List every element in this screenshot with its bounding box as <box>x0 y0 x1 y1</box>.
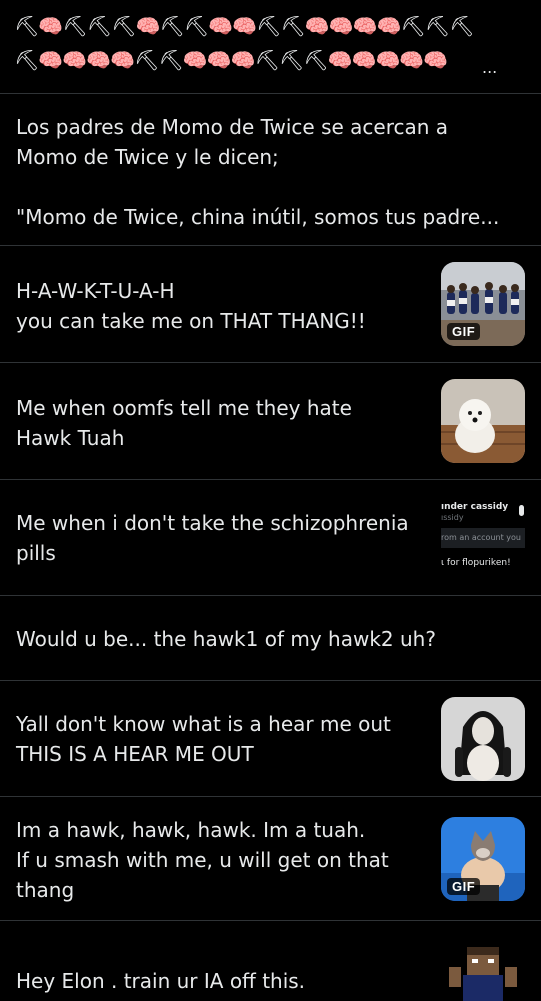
gif-badge: GIF <box>447 323 481 340</box>
thumbnail-handle: ıssidy <box>441 513 464 522</box>
truncation-ellipsis: ... <box>482 58 498 77</box>
furry-gif-thumbnail[interactable]: GIF <box>441 817 525 901</box>
post-text: Me when oomfs tell me they hate Hawk Tua… <box>16 396 352 450</box>
post-text: Would u be... the hawk1 of my hawk2 uh? <box>16 627 436 651</box>
thumbnail-notice: rom an account you <box>441 533 521 542</box>
toggle-icon <box>519 505 524 516</box>
list-item[interactable]: Yall don't know what is a hear me out TH… <box>0 681 541 797</box>
list-item[interactable]: Im a hawk, hawk, hawk. Im a tuah. If u s… <box>0 797 541 921</box>
list-item[interactable]: Me when i don't take the schizophrenia p… <box>0 480 541 596</box>
post-text: Me when i don't take the schizophrenia p… <box>16 511 409 565</box>
list-item[interactable]: ⛏🧠⛏⛏⛏🧠⛏⛏🧠🧠⛏⛏🧠🧠🧠🧠⛏⛏⛏ ⛏🧠🧠🧠🧠⛏⛏🧠🧠🧠⛏⛏⛏🧠🧠🧠🧠🧠 .… <box>0 0 541 94</box>
emoji-row: ⛏🧠⛏⛏⛏🧠⛏⛏🧠🧠⛏⛏🧠🧠🧠🧠⛏⛏⛏ <box>14 14 475 38</box>
cheerleaders-gif-thumbnail[interactable]: GIF <box>441 262 525 346</box>
list-item[interactable]: Hey Elon . train ur IA off this. <box>0 921 541 1001</box>
post-text: Im a hawk, hawk, hawk. Im a tuah. If u s… <box>16 818 389 902</box>
white-dog-image <box>441 379 525 463</box>
list-item[interactable]: Me when oomfs tell me they hate Hawk Tua… <box>0 363 541 480</box>
gif-badge: GIF <box>447 878 481 895</box>
profile-screenshot-thumbnail[interactable]: ınder cassidy ıssidy rom an account you … <box>441 496 525 580</box>
list-item[interactable]: Los padres de Momo de Twice se acercan a… <box>0 94 541 246</box>
dog-photo-thumbnail[interactable] <box>441 379 525 463</box>
post-text: Los padres de Momo de Twice se acercan a… <box>16 115 500 229</box>
post-text: Hey Elon . train ur IA off this. <box>16 969 306 993</box>
list-item[interactable]: H-A-W-K-T-U-A-H you can take me on THAT … <box>0 246 541 363</box>
post-text: H-A-W-K-T-U-A-H you can take me on THAT … <box>16 279 366 333</box>
pale-figure-image <box>441 697 525 781</box>
thumbnail-name: ınder cassidy <box>441 502 509 512</box>
list-item[interactable]: Would u be... the hawk1 of my hawk2 uh? <box>0 596 541 681</box>
emoji-row: ⛏🧠🧠🧠🧠⛏⛏🧠🧠🧠⛏⛏⛏🧠🧠🧠🧠🧠 <box>14 48 448 72</box>
post-text: Yall don't know what is a hear me out TH… <box>16 712 391 766</box>
thumbnail-caption: ɩ for flopuriken! <box>441 558 511 568</box>
figure-photo-thumbnail[interactable] <box>441 697 525 781</box>
pixel-character-thumbnail[interactable] <box>441 945 525 1001</box>
blocky-character-image <box>449 947 517 1001</box>
